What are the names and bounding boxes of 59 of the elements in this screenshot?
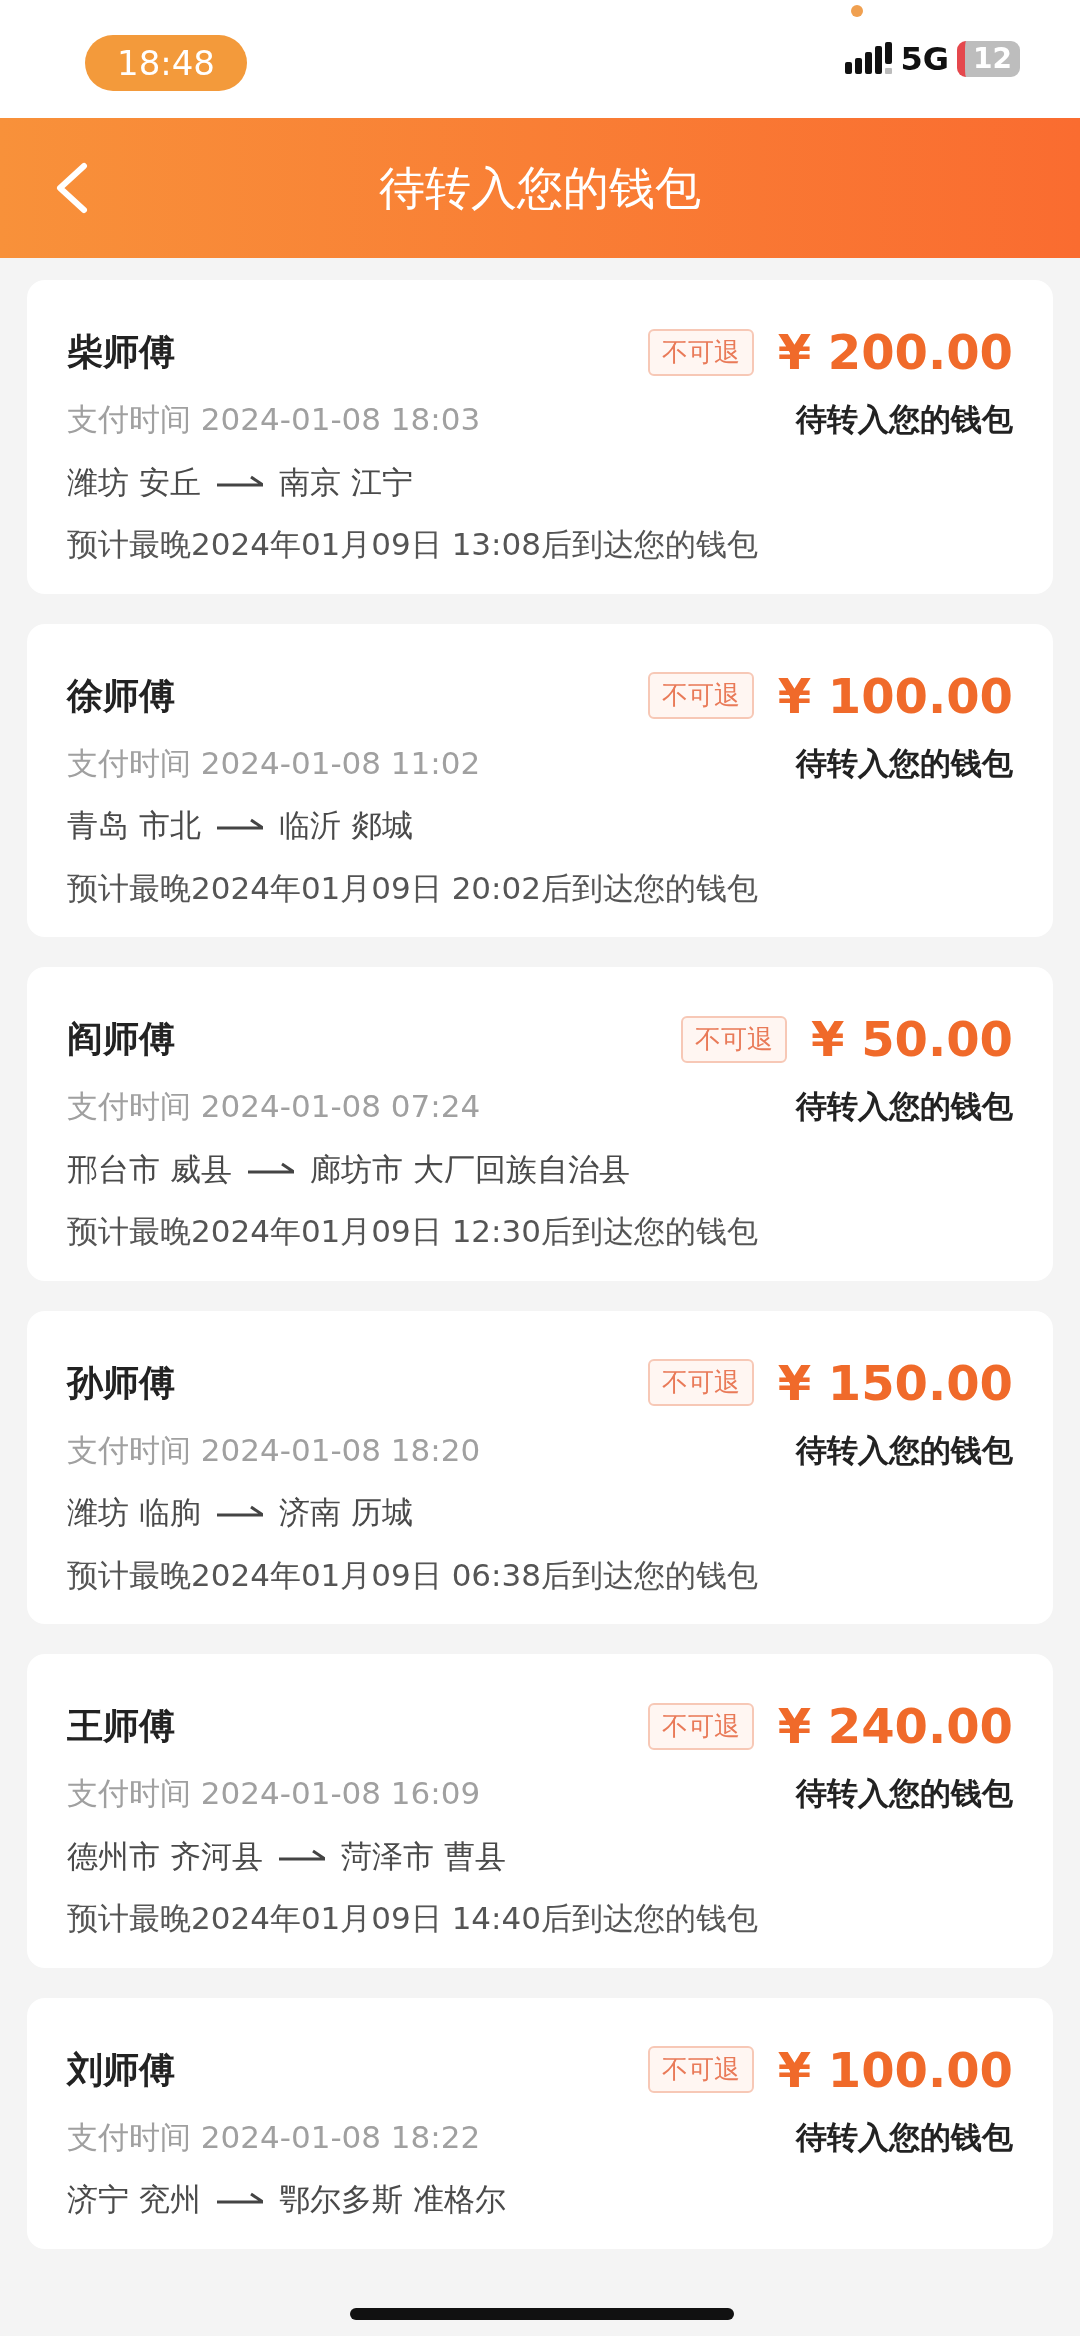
network-label: 5G: [900, 39, 950, 80]
status-label: 待转入您的钱包: [796, 400, 1013, 439]
status-time: 18:48: [85, 35, 247, 91]
route-destination: 菏泽市 曹县: [340, 1836, 506, 1876]
route-destination: 南京 江宁: [278, 462, 413, 502]
payment-time: 支付时间 2024-01-08 18:20: [67, 1430, 481, 1470]
refund-tag: 不可退: [647, 1359, 754, 1406]
arrival-estimate: 预计最晚2024年01月09日 12:30后到达您的钱包: [67, 1212, 759, 1251]
driver-name: 孙师傅: [67, 1360, 175, 1405]
amount: ¥ 200.00: [777, 323, 1013, 382]
arrival-estimate: 预计最晚2024年01月09日 20:02后到达您的钱包: [67, 868, 759, 908]
driver-name: 徐师傅: [67, 673, 175, 718]
refund-tag: 不可退: [647, 328, 754, 376]
route-destination: 鄂尔多斯 准格尔: [278, 2180, 506, 2219]
route-origin: 济宁 兖州: [67, 2180, 201, 2219]
amount: ¥ 50.00: [811, 1010, 1013, 1069]
status-label: 待转入您的钱包: [796, 2117, 1013, 2157]
driver-name: 柴师傅: [67, 330, 175, 374]
order-card[interactable]: 徐师傅 不可退 ¥ 100.00 支付时间 2024-01-08 11:02 待转入您的钱包 青岛 市北 临沂 郯城 预计最晚2024年01月09日 20:02后到达您的钱包: [27, 623, 1053, 937]
refund-tag: 不可退: [647, 672, 754, 719]
signal-icon: [844, 42, 893, 76]
refund-tag: 不可退: [681, 1015, 788, 1063]
battery-level: 12: [957, 41, 1020, 77]
payment-time: 支付时间 2024-01-08 11:02: [67, 743, 481, 783]
order-card[interactable]: 刘师傅 不可退 ¥ 100.00 支付时间 2024-01-08 18:22 待转入您的钱包 济宁 兖州 鄂尔多斯 准格尔: [27, 1997, 1053, 2249]
route-origin: 青岛 市北: [67, 806, 201, 845]
route-destination: 济南 历城: [278, 1493, 413, 1532]
route-origin: 潍坊 临朐: [67, 1493, 201, 1532]
order-card[interactable]: 柴师傅 不可退 ¥ 200.00 支付时间 2024-01-08 18:03 待转入您的钱包 潍坊 安丘 南京 江宁 预计最晚2024年01月09日 13:08后到达您的钱包: [27, 280, 1053, 594]
arrival-estimate: 预计最晚2024年01月09日 06:38后到达您的钱包: [67, 1555, 759, 1595]
amount: ¥ 150.00: [777, 1353, 1013, 1413]
route-destination: 临沂 郯城: [278, 806, 413, 845]
status-label: 待转入您的钱包: [796, 1430, 1013, 1470]
page-title: 待转入您的钱包: [379, 159, 701, 217]
route-destination: 廊坊市 大厂回族自治县: [309, 1149, 630, 1189]
status-label: 待转入您的钱包: [796, 743, 1013, 783]
amount: ¥ 100.00: [777, 2040, 1013, 2100]
order-card[interactable]: 阎师傅 不可退 ¥ 50.00 支付时间 2024-01-08 07:24 待转入您的钱包 邢台市 威县 廊坊市 大厂回族自治县 预计最晚2024年01月09日 12:30后到达您的钱包: [27, 967, 1053, 1281]
amount: ¥ 100.00: [777, 666, 1013, 726]
status-label: 待转入您的钱包: [796, 1087, 1013, 1126]
route-origin: 潍坊 安丘: [67, 462, 201, 502]
payment-time: 支付时间 2024-01-08 07:24: [67, 1087, 481, 1126]
amount: ¥ 240.00: [777, 1697, 1013, 1756]
order-card[interactable]: 王师傅 不可退 ¥ 240.00 支付时间 2024-01-08 16:09 待转入您的钱包 德州市 齐河县 菏泽市 曹县 预计最晚2024年01月09日 14:40后到达您的钱包: [27, 1654, 1053, 1968]
route-origin: 德州市 齐河县: [67, 1836, 263, 1876]
driver-name: 刘师傅: [67, 2047, 175, 2092]
refund-tag: 不可退: [647, 2046, 754, 2093]
arrival-estimate: 预计最晚2024年01月09日 14:40后到达您的钱包: [67, 1899, 759, 1938]
order-card[interactable]: 孙师傅 不可退 ¥ 150.00 支付时间 2024-01-08 18:20 待转入您的钱包 潍坊 临朐 济南 历城 预计最晚2024年01月09日 06:38后到达您的钱包: [27, 1310, 1053, 1624]
payment-time: 支付时间 2024-01-08 16:09: [67, 1774, 481, 1813]
driver-name: 王师傅: [67, 1704, 175, 1748]
privacy-dot-icon: [850, 5, 863, 17]
refund-tag: 不可退: [647, 1702, 754, 1750]
arrival-estimate: 预计最晚2024年01月09日 13:08后到达您的钱包: [67, 525, 759, 564]
status-label: 待转入您的钱包: [796, 1774, 1013, 1813]
driver-name: 阎师傅: [67, 1017, 175, 1061]
payment-time: 支付时间 2024-01-08 18:22: [67, 2117, 481, 2157]
route-origin: 邢台市 威县: [67, 1149, 232, 1189]
payment-time: 支付时间 2024-01-08 18:03: [67, 400, 481, 439]
